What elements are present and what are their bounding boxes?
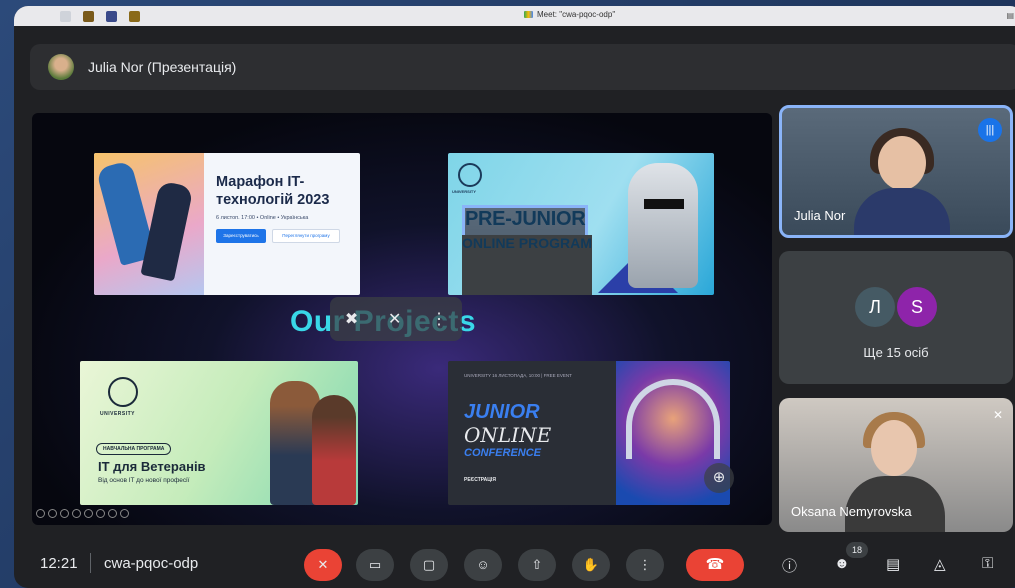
mic-off-icon: ✕: [317, 557, 329, 572]
activities-icon[interactable]: ◬: [934, 555, 946, 573]
censor-band: [644, 199, 684, 209]
camera-icon: ▭: [368, 557, 382, 572]
chat-icon[interactable]: ▤: [886, 555, 900, 573]
logo-text: UNIVERSITY: [100, 411, 136, 417]
meeting-code: cwa-pqoc-odp: [104, 555, 199, 572]
slide-control-icon[interactable]: [72, 509, 81, 518]
host-controls-icon[interactable]: ⚿: [982, 555, 993, 572]
mic-off-icon: ✕: [992, 408, 1003, 422]
leave-call-button[interactable]: ☎: [686, 549, 744, 581]
participant-name: Julia Nor: [794, 208, 846, 223]
university-logo-icon: [108, 377, 138, 407]
slide-control-icon[interactable]: [84, 509, 93, 518]
junior-conference: CONFERENCE: [464, 447, 542, 459]
window-title: Meet: "cwa-pqoc-odp": [524, 10, 615, 19]
statue-image: [628, 163, 698, 288]
slide-card-prejunior: UNIVERSITY PRE-JUNIOR ONLINE PROGRAM: [448, 153, 714, 295]
captions-button[interactable]: ▢: [410, 549, 448, 581]
zoom-in-icon[interactable]: ⊕: [704, 463, 734, 493]
junior-register: РЕЄСТРАЦІЯ: [464, 477, 496, 483]
slide-controls[interactable]: [36, 509, 129, 518]
slide-card-veterans: UNIVERSITY НАВЧАЛЬНА ПРОГРАМА IT для Вет…: [80, 361, 358, 505]
more-options-icon[interactable]: ⋮: [431, 309, 447, 329]
people-icon[interactable]: ☻: [834, 555, 850, 572]
marathon-photo: [94, 153, 204, 295]
info-icon[interactable]: ⓘ: [782, 555, 797, 576]
mute-speaker-icon[interactable]: ✕: [388, 309, 401, 329]
junior-title: JUNIOR: [464, 401, 540, 423]
hand-icon: ✋: [582, 557, 600, 572]
marathon-details: 6 листоп. 17:00 • Online • Українська: [216, 215, 309, 221]
os-title-bar: Meet: "cwa-pqoc-odp" ▤: [14, 6, 1015, 26]
participant-name: Oksana Nemyrovska: [791, 504, 912, 519]
junior-top-line: UNIVERSITY 16 ЛИСТОПАДА, 10:00 | FREE EV…: [464, 373, 572, 378]
raise-hand-button[interactable]: ✋: [572, 549, 610, 581]
participant-video: [854, 188, 950, 235]
person-photo: [312, 395, 356, 505]
slide-control-icon[interactable]: [36, 509, 45, 518]
presenter-label: Julia Nor (Презентація): [88, 59, 237, 75]
slide-control-icon[interactable]: [108, 509, 117, 518]
app-icon[interactable]: [129, 10, 140, 22]
captions-icon: ▢: [422, 557, 436, 572]
slide-card-marathon: Марафон IT- технологій 2023 6 листоп. 17…: [94, 153, 360, 295]
emoji-icon: ☺: [476, 557, 490, 572]
presentation-stage[interactable]: Марафон IT- технологій 2023 6 листоп. 17…: [32, 113, 772, 525]
slide-control-icon[interactable]: [48, 509, 57, 518]
marathon-title: Марафон IT- технологій 2023: [216, 174, 330, 208]
slide-control-icon[interactable]: [60, 509, 69, 518]
reactions-button[interactable]: ☺: [464, 549, 502, 581]
participant-video: [871, 420, 917, 476]
slide-control-icon[interactable]: [96, 509, 105, 518]
app-icon[interactable]: [60, 10, 71, 22]
clock: 12:21: [40, 555, 78, 572]
slide-card-junior: UNIVERSITY 16 ЛИСТОПАДА, 10:00 | FREE EV…: [448, 361, 730, 505]
browser-window: Meet: "cwa-pqoc-odp" ▤ Julia Nor (Презен…: [14, 6, 1015, 588]
desktop-background: Meet: "cwa-pqoc-odp" ▤ Julia Nor (Презен…: [0, 0, 1015, 588]
marathon-register-button: Зареєструватись: [216, 229, 266, 243]
meet-icon: [524, 11, 533, 18]
more-options-button[interactable]: ⋮: [626, 549, 664, 581]
pin-icon[interactable]: ✖: [345, 309, 358, 329]
participant-video: [878, 136, 926, 190]
slide-control-icon[interactable]: [120, 509, 129, 518]
meeting-toolbar: 12:21 cwa-pqoc-odp ✕ ▭ ▢ ☺ ⇧ ✋ ⋮ ☎ ⓘ 18 …: [14, 539, 1015, 588]
veterans-subtitle: Від основ IT до нової професії: [98, 477, 190, 484]
divider: [90, 553, 91, 573]
participant-tile-julia[interactable]: ||| Julia Nor: [779, 105, 1013, 238]
present-button[interactable]: ⇧: [518, 549, 556, 581]
avatar: Л: [855, 287, 895, 327]
phone-hangup-icon: ☎: [705, 556, 725, 573]
logo-text: UNIVERSITY: [452, 189, 477, 194]
prejunior-subtitle: ONLINE PROGRAM: [462, 235, 592, 295]
junior-online: ONLINE: [464, 423, 552, 447]
present-icon: ⇧: [531, 557, 543, 572]
window-controls[interactable]: ▤: [1006, 11, 1014, 20]
marathon-program-button: Переглянути програму: [272, 229, 340, 243]
participant-tile-others[interactable]: Л S Ще 15 осіб: [779, 251, 1013, 384]
camera-toggle-button[interactable]: ▭: [356, 549, 394, 581]
more-options-icon: ⋮: [638, 557, 652, 572]
speaking-indicator-icon: |||: [978, 118, 1002, 142]
app-icon[interactable]: [83, 10, 94, 22]
mic-toggle-button[interactable]: ✕: [304, 549, 342, 581]
veterans-title: IT для Ветеранів: [98, 459, 206, 474]
university-logo-icon: [458, 163, 482, 187]
avatar: S: [897, 287, 937, 327]
more-participants-label: Ще 15 осіб: [863, 345, 929, 360]
presenter-bar: Julia Nor (Презентація): [30, 44, 1015, 90]
tile-overlay-controls: ✖ ✕ ⋮: [330, 297, 462, 341]
participant-tile-oksana[interactable]: ✕ Oksana Nemyrovska: [779, 398, 1013, 532]
presenter-avatar: [48, 54, 74, 80]
program-pill: НАВЧАЛЬНА ПРОГРАМА: [96, 443, 172, 455]
app-icon[interactable]: [106, 10, 117, 22]
